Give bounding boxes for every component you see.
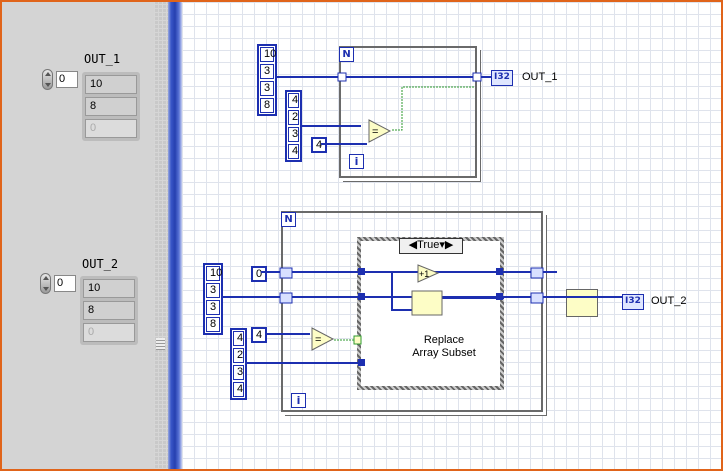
shift-register-right-2[interactable] (530, 292, 544, 304)
out2-index-spinner-icon[interactable] (40, 273, 51, 294)
case-tunnel-3[interactable] (496, 268, 503, 275)
shift-register-left-2[interactable] (279, 292, 293, 304)
case-tunnel-1[interactable] (358, 268, 365, 275)
block-diagram: N i 10 3 3 8 4 2 3 4 4 I32 OUT_1 N i ◀Tr… (182, 2, 721, 469)
out1-index-spinner-icon[interactable] (42, 69, 53, 90)
out2-index-field[interactable]: 0 (54, 275, 76, 292)
out2-cell-1[interactable]: 8 (83, 301, 135, 320)
case-selector-tunnel[interactable] (353, 335, 362, 345)
top-tunnel-out[interactable] (472, 72, 482, 82)
window-splitter[interactable] (168, 2, 182, 469)
out2-cell-0[interactable]: 10 (83, 279, 135, 298)
out2-label: OUT_2 (82, 257, 119, 271)
increment-symbol: +1 (419, 269, 429, 279)
top-tunnel-in[interactable] (337, 72, 347, 82)
front-panel: OUT_1 0 10 8 0 OUT_2 0 10 8 0 (2, 2, 154, 469)
front-panel-scrollbar[interactable] (154, 2, 168, 469)
out1-cell-1[interactable]: 8 (85, 97, 137, 116)
out1-label: OUT_1 (84, 52, 121, 66)
scroll-grip-icon[interactable] (156, 338, 165, 350)
out2-cell-2[interactable]: 0 (83, 323, 135, 342)
bottom-compare-symbol: = (315, 334, 321, 346)
out1-index-field[interactable]: 0 (56, 71, 78, 88)
shift-register-right-1[interactable] (530, 267, 544, 279)
out1-cell-0[interactable]: 10 (85, 75, 137, 94)
out1-cell-2[interactable]: 0 (85, 119, 137, 138)
top-compare-symbol: = (372, 126, 378, 138)
case-tunnel-4[interactable] (496, 293, 503, 300)
case-tunnel-5[interactable] (358, 359, 365, 366)
shift-register-left-1[interactable] (279, 267, 293, 279)
replace-array-subset-icon[interactable] (411, 290, 443, 316)
wire-layer: = = +1 (223, 72, 622, 366)
labview-window: OUT_1 0 10 8 0 OUT_2 0 10 8 0 N i 10 3 3… (0, 0, 723, 471)
out2-array: 10 8 0 (80, 276, 138, 345)
top-bool-wire[interactable] (392, 86, 475, 131)
out1-array: 10 8 0 (82, 72, 140, 141)
case-tunnel-2[interactable] (358, 293, 365, 300)
